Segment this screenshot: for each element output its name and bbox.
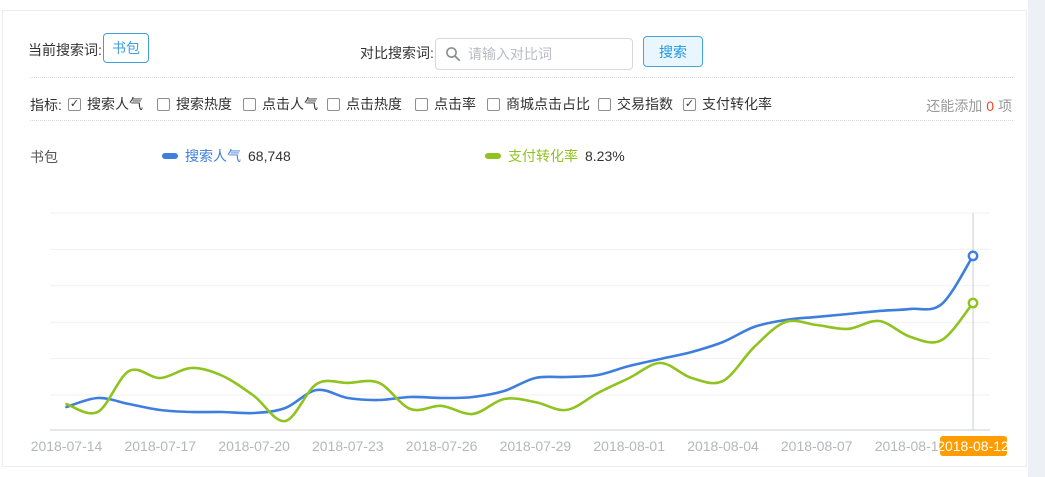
x-axis-label: 2018-07-26 xyxy=(406,438,478,454)
x-axis-label: 2018-07-20 xyxy=(218,438,290,454)
x-axis-label: 2018-08-07 xyxy=(781,438,853,454)
blue-series-line xyxy=(67,256,974,413)
blue-endpoint-marker xyxy=(969,252,977,260)
green-endpoint-marker xyxy=(969,299,977,307)
x-axis-label: 2018-07-14 xyxy=(31,438,103,454)
green-series-line xyxy=(67,303,974,421)
trend-chart[interactable]: 2018-07-14 2018-07-17 2018-07-20 2018-07-23… xyxy=(0,0,1028,477)
x-axis-label: 2018-08-10 xyxy=(875,438,947,454)
page-side-gutter xyxy=(1028,0,1045,477)
x-axis-label-highlighted: 2018-08-12 xyxy=(937,438,1009,454)
x-axis-label: 2018-08-04 xyxy=(687,438,759,454)
x-axis-label: 2018-07-29 xyxy=(500,438,572,454)
x-axis-label: 2018-07-23 xyxy=(312,438,384,454)
x-axis-label: 2018-08-01 xyxy=(593,438,665,454)
trend-comparison-page: 当前搜索词: 书包 对比搜索词: 搜索 指标: ✓ 搜索人气 搜索热度 点击人气… xyxy=(0,0,1045,477)
x-axis-label: 2018-07-17 xyxy=(124,438,196,454)
